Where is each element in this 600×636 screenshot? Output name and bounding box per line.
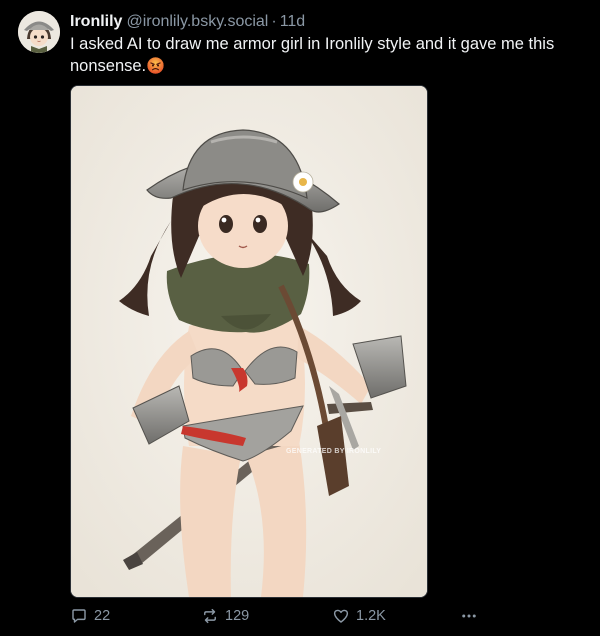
heart-icon <box>333 609 349 623</box>
repost-count: 129 <box>225 608 250 624</box>
more-options-button[interactable] <box>459 604 479 628</box>
separator-dot: · <box>271 13 277 30</box>
ellipsis-icon <box>462 614 476 618</box>
post-text-body: I asked AI to draw me armor girl in Iron… <box>70 35 555 75</box>
author-avatar[interactable] <box>18 11 60 53</box>
post: Ironlily @ironlily.bsky.social · 11d I aske… <box>0 0 600 636</box>
repost-icon <box>204 608 216 624</box>
avatar-girl-helmet-icon <box>18 11 60 53</box>
like-button[interactable]: 1.2K <box>332 604 386 628</box>
angry-face-icon <box>147 57 164 74</box>
author-display-name[interactable]: Ironlily <box>70 13 122 30</box>
reply-button[interactable]: 22 <box>70 604 110 628</box>
post-text: I asked AI to draw me armor girl in Iron… <box>70 33 580 77</box>
reply-icon <box>72 609 86 623</box>
post-header: Ironlily @ironlily.bsky.social · 11d <box>70 11 588 33</box>
post-image[interactable]: GENERATED BY IRONLILY <box>70 85 428 598</box>
like-count: 1.2K <box>356 608 386 624</box>
reply-count: 22 <box>94 608 111 624</box>
author-handle[interactable]: @ironlily.bsky.social <box>126 13 268 30</box>
repost-button[interactable]: 129 <box>201 604 249 628</box>
armored-girl-illustration <box>71 86 427 597</box>
post-timestamp[interactable]: 11d <box>280 13 306 30</box>
post-actions: 22 129 1.2K <box>70 604 490 628</box>
image-watermark: GENERATED BY IRONLILY <box>286 448 382 455</box>
